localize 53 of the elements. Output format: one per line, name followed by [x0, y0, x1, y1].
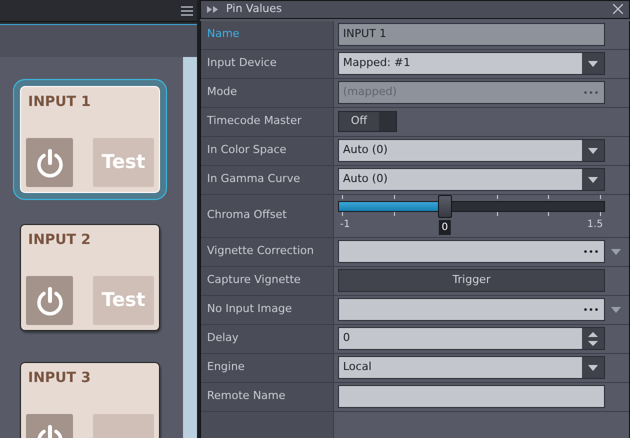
slider-value: 0 [438, 220, 451, 235]
property-label: Vignette Correction [201, 238, 334, 266]
power-button[interactable] [26, 276, 73, 325]
property-label: Capture Vignette [201, 266, 334, 294]
input-field[interactable]: INPUT 1 [338, 23, 605, 46]
property-label: In Color Space [201, 136, 334, 164]
ellipsis-icon [584, 91, 598, 94]
input-field[interactable] [338, 385, 605, 408]
property-label: Name [201, 20, 334, 48]
panel-title: Pin Values [226, 1, 283, 17]
ellipsis-icon [584, 308, 598, 311]
property-label: Engine [201, 354, 334, 382]
property-label: Delay [201, 324, 334, 352]
property-label: No Input Image [201, 296, 334, 324]
double-arrow-icon[interactable] [207, 6, 218, 13]
dropdown-field[interactable]: Auto (0) [338, 139, 605, 162]
power-button[interactable] [26, 138, 73, 187]
card-title: INPUT 1 [28, 94, 91, 110]
card-title: INPUT 3 [28, 370, 91, 386]
input-card[interactable]: INPUT 2 Test [20, 224, 160, 331]
property-label: Timecode Master [201, 108, 334, 136]
property-label: Chroma Offset [201, 194, 334, 236]
toggle-switch[interactable]: Off [338, 111, 397, 132]
caret-icon [588, 60, 598, 66]
caret-icon[interactable] [611, 306, 621, 312]
ellipsis-icon [584, 250, 598, 253]
dropdown-field[interactable]: Local [338, 356, 605, 379]
caret-icon [588, 176, 598, 182]
property-label: Remote Name [201, 382, 334, 410]
power-icon [34, 286, 64, 316]
dropdown-field[interactable]: Auto (0) [338, 168, 605, 191]
card-title: INPUT 2 [28, 232, 91, 248]
slider-max-label: 1.5 [587, 218, 603, 232]
slider-thumb[interactable] [438, 195, 452, 218]
power-icon [34, 148, 64, 178]
number-field[interactable]: 0 [338, 327, 605, 350]
property-label: In Gamma Curve [201, 166, 334, 194]
close-icon[interactable] [613, 4, 623, 14]
file-field[interactable] [338, 298, 605, 321]
spinner-arrows-icon [588, 330, 598, 346]
input-card[interactable]: INPUT 3 [20, 362, 160, 438]
slider-track[interactable] [338, 201, 605, 212]
property-label: Mode [201, 78, 334, 106]
property-label: Input Device [201, 50, 334, 78]
scrollbar[interactable] [183, 57, 197, 438]
menu-icon[interactable] [181, 4, 193, 16]
slider-min-label: -1 [340, 218, 350, 232]
caret-icon[interactable] [611, 248, 621, 254]
caret-icon [588, 364, 598, 370]
caret-icon [588, 148, 598, 154]
dropdown-field[interactable]: Mapped: #1 [338, 52, 605, 75]
trigger-button[interactable]: Trigger [338, 269, 605, 292]
file-field[interactable] [338, 240, 605, 263]
